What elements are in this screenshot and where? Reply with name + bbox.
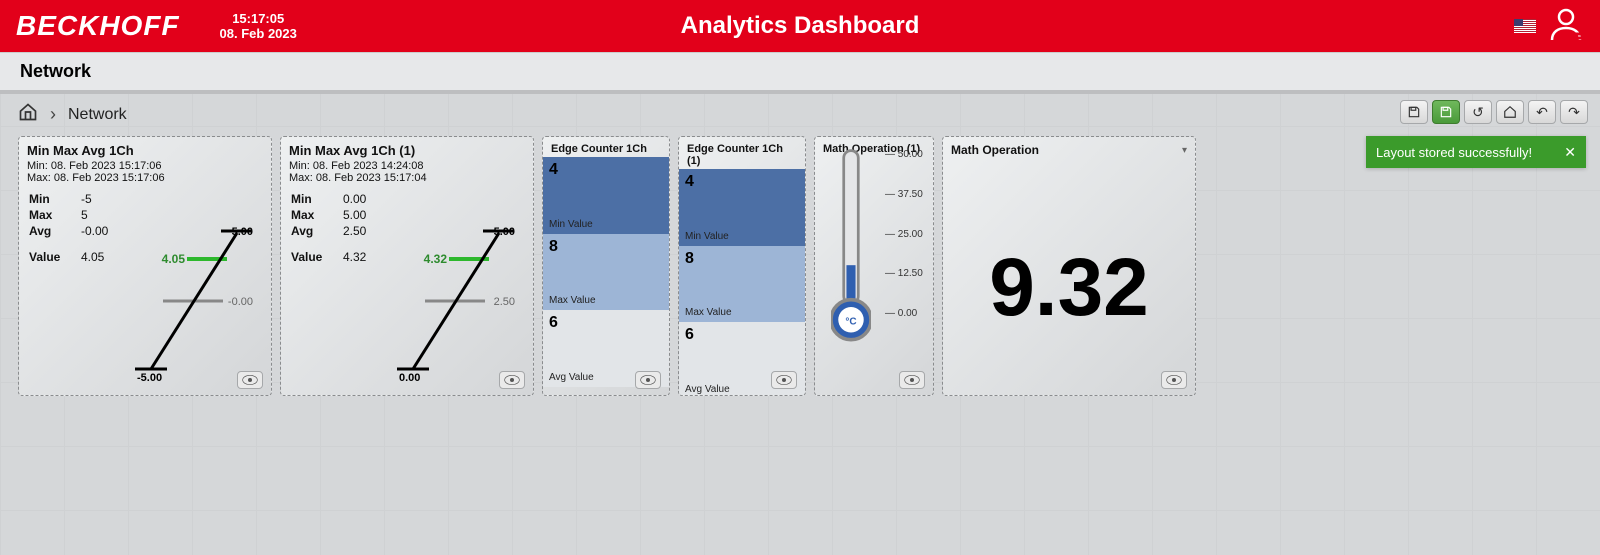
tab-bar: Network: [0, 52, 1600, 94]
thermometer-scale: 50.00 37.50 25.00 12.50 0.00: [885, 149, 923, 319]
min-label: Min Value: [549, 219, 593, 230]
value-display: 9.32: [943, 159, 1195, 396]
min-timestamp: Min: 08. Feb 2023 14:24:08: [281, 160, 533, 172]
widget-title: Min Max Avg 1Ch (1): [281, 137, 533, 160]
header-time: 15:17:05: [232, 11, 284, 26]
widget-mathop-thermometer[interactable]: Math Operation (1) °C 50.00 37.50 25.00 …: [814, 136, 934, 396]
redo-button[interactable]: ↷: [1560, 100, 1588, 124]
user-icon[interactable]: [1548, 6, 1584, 47]
stats-table: Min0.00 Max5.00 Avg2.50 Value4.32: [281, 184, 376, 272]
visibility-toggle[interactable]: [771, 371, 797, 389]
min-timestamp: Min: 08. Feb 2023 15:17:06: [19, 160, 271, 172]
dashboard-canvas: › Network ↺ ↶ ↷ Layout stored successful…: [0, 94, 1600, 555]
avg-label: Avg Value: [685, 384, 730, 395]
undo-button[interactable]: ↶: [1528, 100, 1556, 124]
svg-text:0.00: 0.00: [399, 372, 420, 381]
canvas-toolbar: ↺ ↶ ↷: [1400, 100, 1588, 124]
visibility-toggle[interactable]: [499, 371, 525, 389]
widget-title: Edge Counter 1Ch (1): [679, 137, 805, 169]
header-datetime: 15:17:05 08. Feb 2023: [220, 11, 297, 41]
svg-text:°C: °C: [845, 316, 856, 327]
toast-text: Layout stored successfully!: [1376, 145, 1532, 160]
widget-title: Edge Counter 1Ch: [543, 137, 669, 157]
min-value: 4: [685, 173, 694, 190]
svg-text:4.32: 4.32: [424, 252, 448, 266]
thermometer-icon: °C: [831, 147, 871, 347]
min-value: 4: [549, 161, 558, 178]
home-button[interactable]: [1496, 100, 1524, 124]
reset-button[interactable]: ↺: [1464, 100, 1492, 124]
flag-icon[interactable]: [1514, 19, 1536, 33]
minmax-chart-icon: 5.00 4.05 -0.00 -5.00: [133, 221, 263, 381]
stats-table: Min-5 Max5 Avg-0.00 Value4.05: [19, 184, 118, 272]
svg-text:2.50: 2.50: [494, 296, 515, 308]
max-value: 8: [549, 238, 558, 255]
visibility-toggle[interactable]: [237, 371, 263, 389]
widget-mathop-value[interactable]: Math Operation ▾ 9.32: [942, 136, 1196, 396]
chevron-right-icon: ›: [50, 104, 56, 125]
max-label: Max Value: [549, 295, 596, 306]
home-icon[interactable]: [18, 102, 38, 127]
avg-label: Avg Value: [549, 372, 594, 383]
save-layout-button[interactable]: [1432, 100, 1460, 124]
max-value: 8: [685, 250, 694, 267]
max-timestamp: Max: 08. Feb 2023 15:17:06: [19, 172, 271, 184]
widget-minmaxavg-2[interactable]: Min Max Avg 1Ch (1) Min: 08. Feb 2023 14…: [280, 136, 534, 396]
minmax-chart-icon: 5.00 4.32 2.50 0.00: [395, 221, 525, 381]
breadcrumb-current: Network: [68, 106, 127, 124]
breadcrumb: › Network: [18, 102, 127, 127]
avg-value: 6: [549, 314, 558, 331]
max-label: Max Value: [685, 307, 732, 318]
tab-network[interactable]: Network: [0, 53, 111, 90]
app-header: BECKHOFF 15:17:05 08. Feb 2023 Analytics…: [0, 0, 1600, 52]
svg-text:-5.00: -5.00: [137, 372, 162, 381]
chevron-down-icon[interactable]: ▾: [1182, 145, 1187, 156]
widget-title: Math Operation: [943, 137, 1195, 159]
page-title: Analytics Dashboard: [681, 12, 920, 40]
svg-text:-0.00: -0.00: [228, 296, 253, 308]
toast-success: Layout stored successfully! ✕: [1366, 136, 1586, 168]
avg-value: 6: [685, 326, 694, 343]
widget-minmaxavg-1[interactable]: Min Max Avg 1Ch Min: 08. Feb 2023 15:17:…: [18, 136, 272, 396]
max-timestamp: Max: 08. Feb 2023 15:17:04: [281, 172, 533, 184]
widget-edgecounter-1[interactable]: Edge Counter 1Ch 4 Min Value 8 Max Value 6…: [542, 136, 670, 396]
widget-title: Min Max Avg 1Ch: [19, 137, 271, 160]
visibility-toggle[interactable]: [635, 371, 661, 389]
svg-text:4.05: 4.05: [162, 252, 186, 266]
visibility-toggle[interactable]: [1161, 371, 1187, 389]
close-icon[interactable]: ✕: [1564, 144, 1576, 161]
brand-logo: BECKHOFF: [16, 10, 180, 42]
save-button[interactable]: [1400, 100, 1428, 124]
visibility-toggle[interactable]: [899, 371, 925, 389]
header-date: 08. Feb 2023: [220, 26, 297, 41]
min-label: Min Value: [685, 231, 729, 242]
widget-edgecounter-2[interactable]: Edge Counter 1Ch (1) 4 Min Value 8 Max Val…: [678, 136, 806, 396]
